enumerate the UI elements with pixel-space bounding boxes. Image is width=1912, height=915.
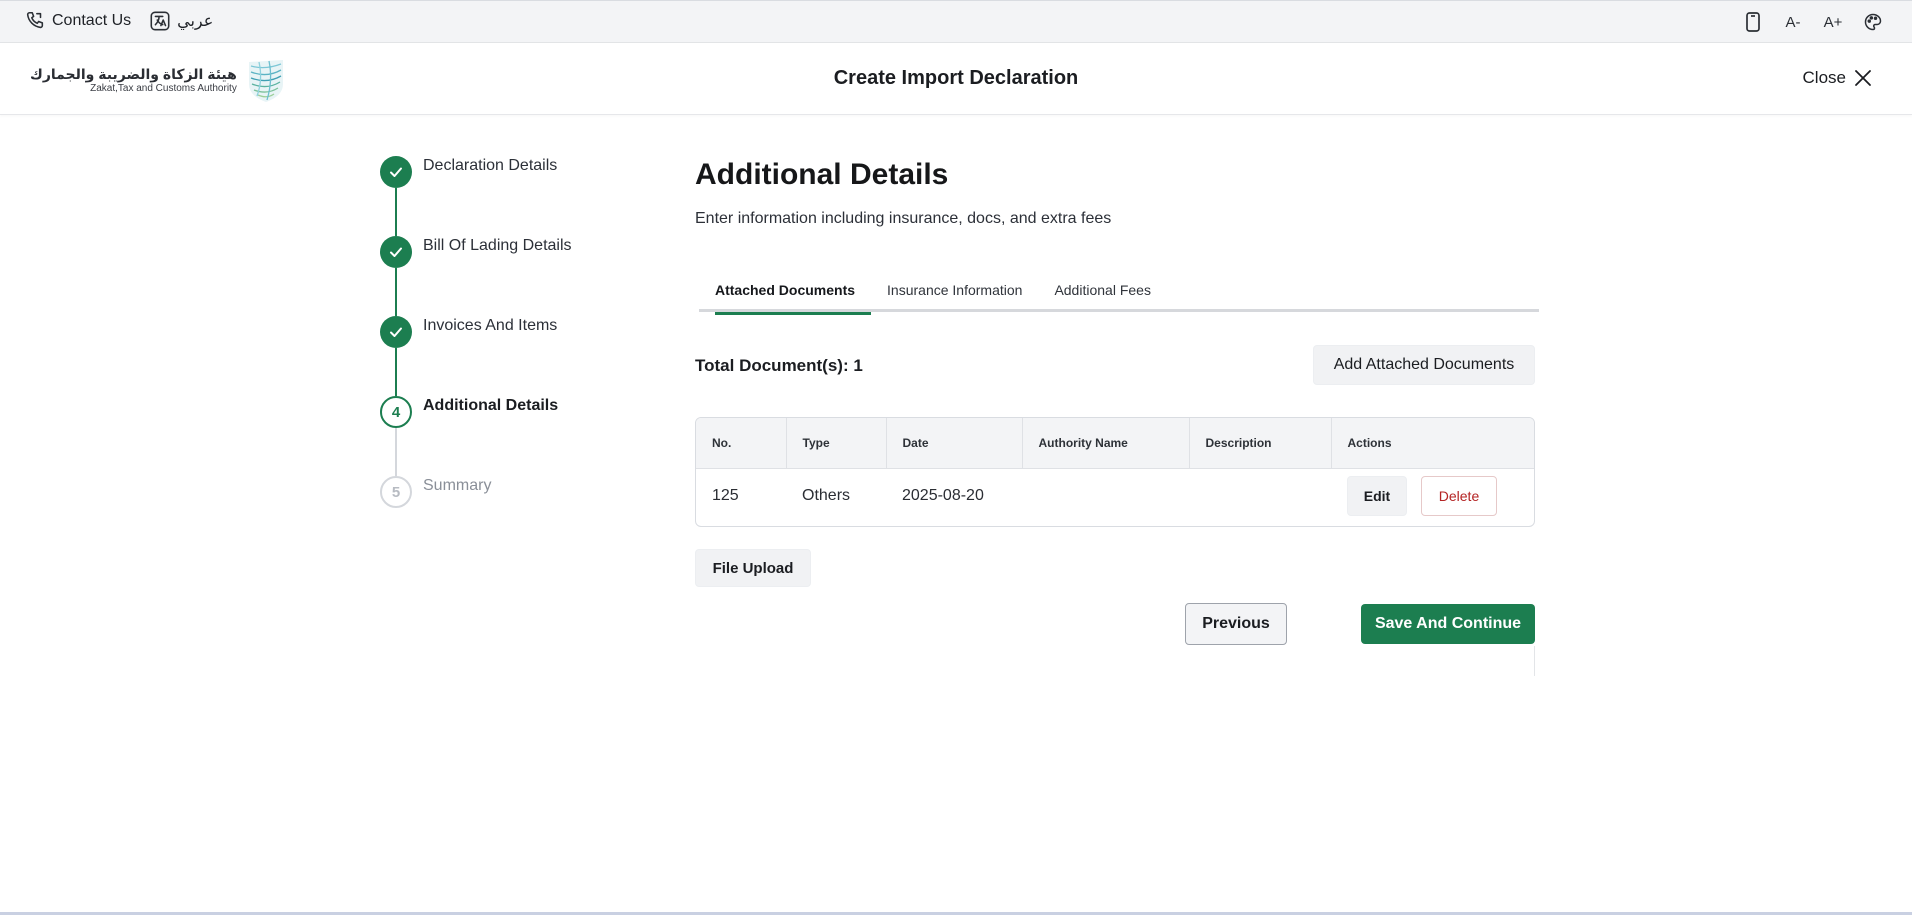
font-decrease-icon[interactable]: A- [1782,11,1804,33]
language-label: عربي [177,13,214,30]
cell-no: 125 [712,487,739,504]
zatca-logo[interactable]: هيئة الزكاة والضريبة والجمارك Zakat,Tax … [30,56,287,104]
utility-bar: Contact Us عربي A- A+ [0,0,1912,43]
logo-emblem-icon [248,60,283,102]
section-title: Additional Details [695,158,949,191]
logo-arabic: هيئة الزكاة والضريبة والجمارك [30,65,237,82]
step-connector [395,348,397,396]
divider [1534,646,1535,676]
column-header-type: Type [786,418,887,469]
step-connector [395,188,397,236]
step-declaration-details[interactable]: Declaration Details [380,154,620,236]
app-header: هيئة الزكاة والضريبة والجمارك Zakat,Tax … [0,43,1912,115]
tab-additional-fees[interactable]: Additional Fees [1038,270,1167,312]
step-label: Additional Details [423,397,559,414]
column-header-no: No. [696,418,787,469]
previous-button[interactable]: Previous [1185,603,1287,645]
cell-authority-name [1022,468,1189,524]
checkmark-icon [390,247,402,257]
step-number: 4 [380,396,412,428]
step-additional-details[interactable]: 4 Additional Details [380,394,620,476]
step-label: Invoices And Items [423,317,558,334]
close-icon [1855,70,1871,86]
translate-icon [150,11,170,31]
cell-description [1189,468,1331,524]
table-header-row: No. Type Date Authority Name Description… [696,418,1534,469]
close-button[interactable]: Close [1803,68,1872,88]
phone-support-icon [26,11,44,29]
language-switch[interactable]: عربي [149,10,213,32]
step-connector [395,268,397,316]
table-row: 125 Others 2025-08-20 Edit Delete [696,468,1534,524]
section-subtitle: Enter information including insurance, d… [695,210,1112,227]
cell-type: Others [802,487,851,504]
column-header-date: Date [886,418,1023,469]
step-complete-indicator [380,156,412,188]
palette-icon[interactable] [1862,11,1884,33]
column-header-description: Description [1189,418,1332,469]
progress-stepper: Declaration Details Bill Of Lading Detai… [380,154,620,554]
contact-us-link[interactable]: Contact Us [24,10,131,32]
main-content: Additional Details Enter information inc… [695,154,1539,676]
tab-insurance-information[interactable]: Insurance Information [871,270,1038,312]
add-attached-documents-button[interactable]: Add Attached Documents [1313,345,1535,385]
font-increase-label: A+ [1823,13,1843,31]
row-actions: Edit Delete [1347,469,1534,524]
cell-date: 2025-08-20 [902,487,984,504]
step-summary[interactable]: 5 Summary [380,474,620,554]
logo-english: Zakat,Tax and Customs Authority [90,82,237,94]
documents-table: No. Type Date Authority Name Description… [695,417,1535,527]
phone-mobile-icon[interactable] [1742,11,1764,33]
file-upload-button[interactable]: File Upload [695,549,811,587]
edit-button[interactable]: Edit [1347,476,1407,516]
total-documents-count: Total Document(s): 1 [695,356,863,375]
cell-actions: Edit Delete [1331,468,1534,524]
checkmark-icon [390,167,402,177]
step-complete-indicator [380,316,412,348]
step-number: 5 [380,476,412,508]
step-complete-indicator [380,236,412,268]
font-decrease-label: A- [1785,13,1801,31]
delete-button[interactable]: Delete [1421,476,1497,516]
step-connector [395,428,397,476]
close-label: Close [1802,68,1846,87]
step-label: Summary [423,477,492,494]
font-increase-icon[interactable]: A+ [1822,11,1844,33]
tab-attached-documents[interactable]: Attached Documents [699,270,872,315]
contact-us-label: Contact Us [52,12,132,29]
checkmark-icon [390,327,402,337]
step-invoices-items[interactable]: Invoices And Items [380,314,620,396]
utility-right: A- A+ [1742,11,1884,33]
step-label: Bill Of Lading Details [423,237,572,254]
column-header-authority-name: Authority Name [1022,418,1190,469]
utility-left: Contact Us عربي [24,10,231,32]
logo-text: هيئة الزكاة والضريبة والجمارك Zakat,Tax … [30,66,237,95]
column-header-actions: Actions [1331,418,1534,469]
save-and-continue-button[interactable]: Save And Continue [1361,604,1535,644]
tab-bar: Attached Documents Insurance Information… [699,270,1539,315]
step-label: Declaration Details [423,157,558,174]
step-bill-of-lading[interactable]: Bill Of Lading Details [380,234,620,316]
